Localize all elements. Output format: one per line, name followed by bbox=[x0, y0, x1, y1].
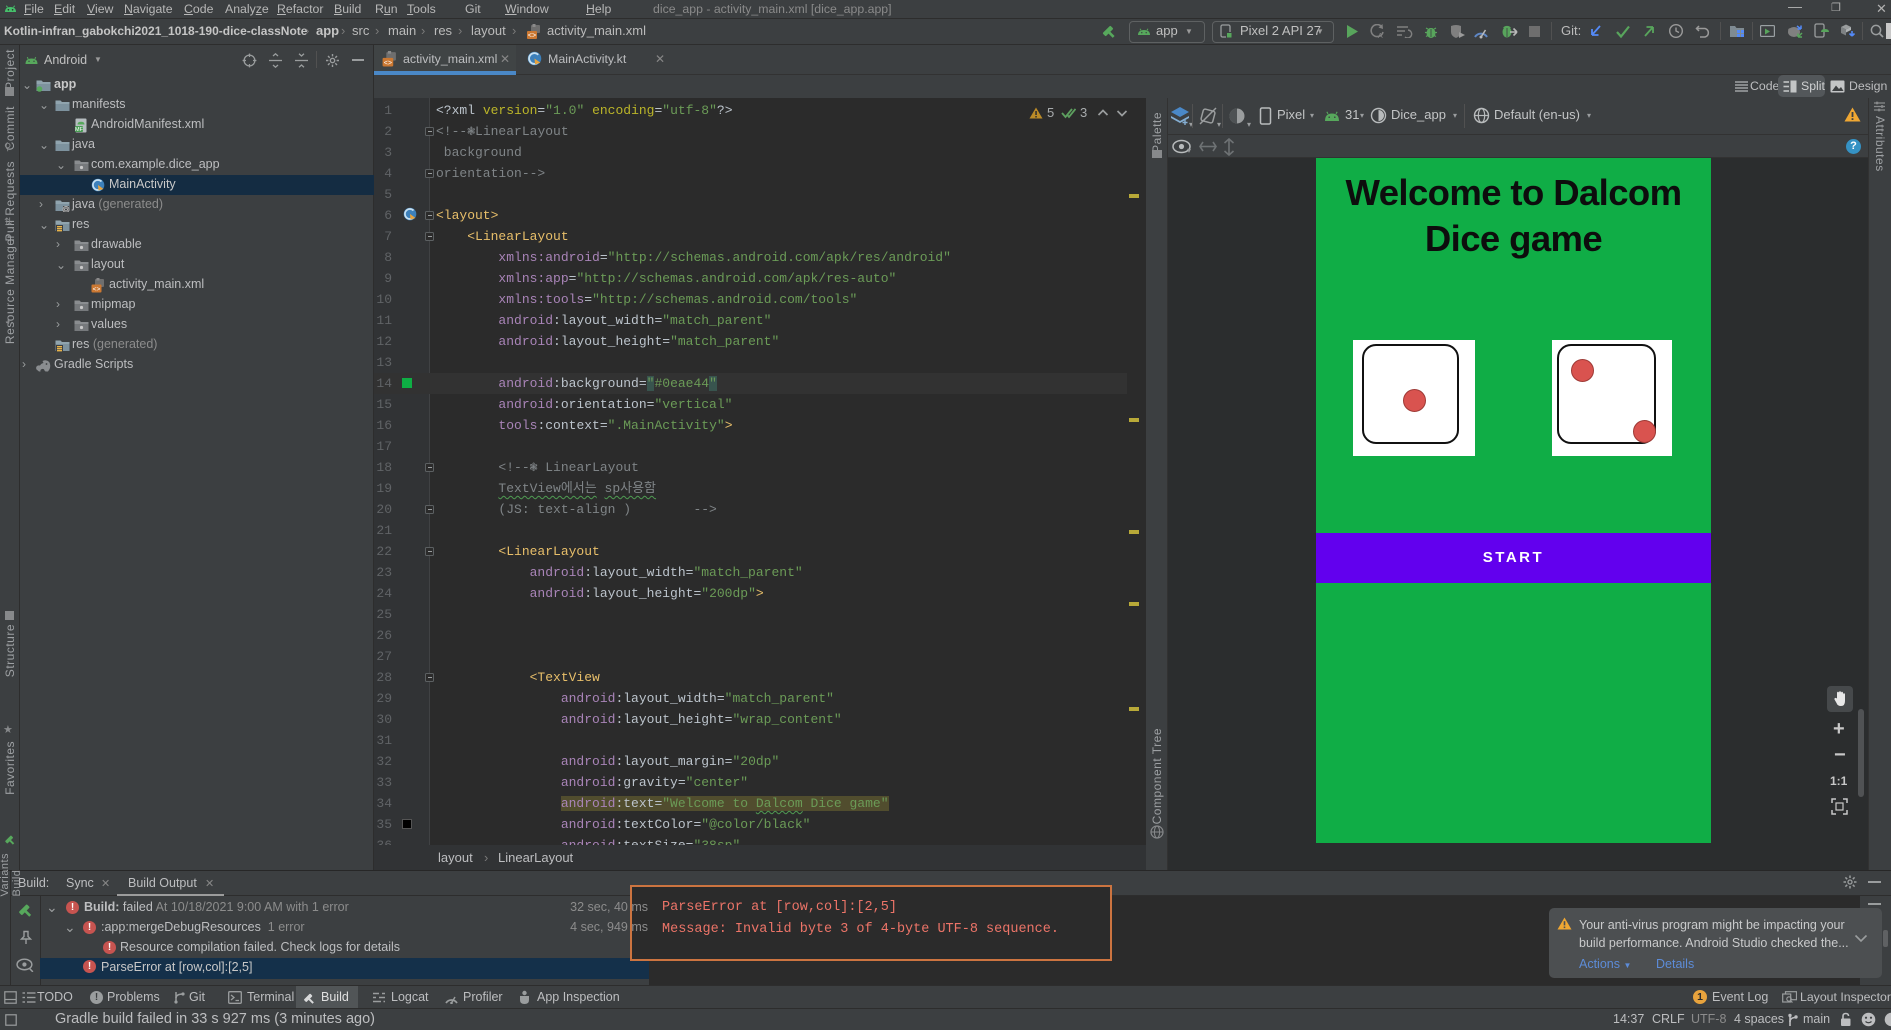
svg-text:MF: MF bbox=[75, 127, 84, 133]
svg-text:A: A bbox=[1378, 33, 1383, 39]
svg-text:<>: <> bbox=[528, 33, 536, 41]
svg-text:<>: <> bbox=[384, 60, 392, 67]
svg-text:<>: <> bbox=[93, 286, 101, 293]
